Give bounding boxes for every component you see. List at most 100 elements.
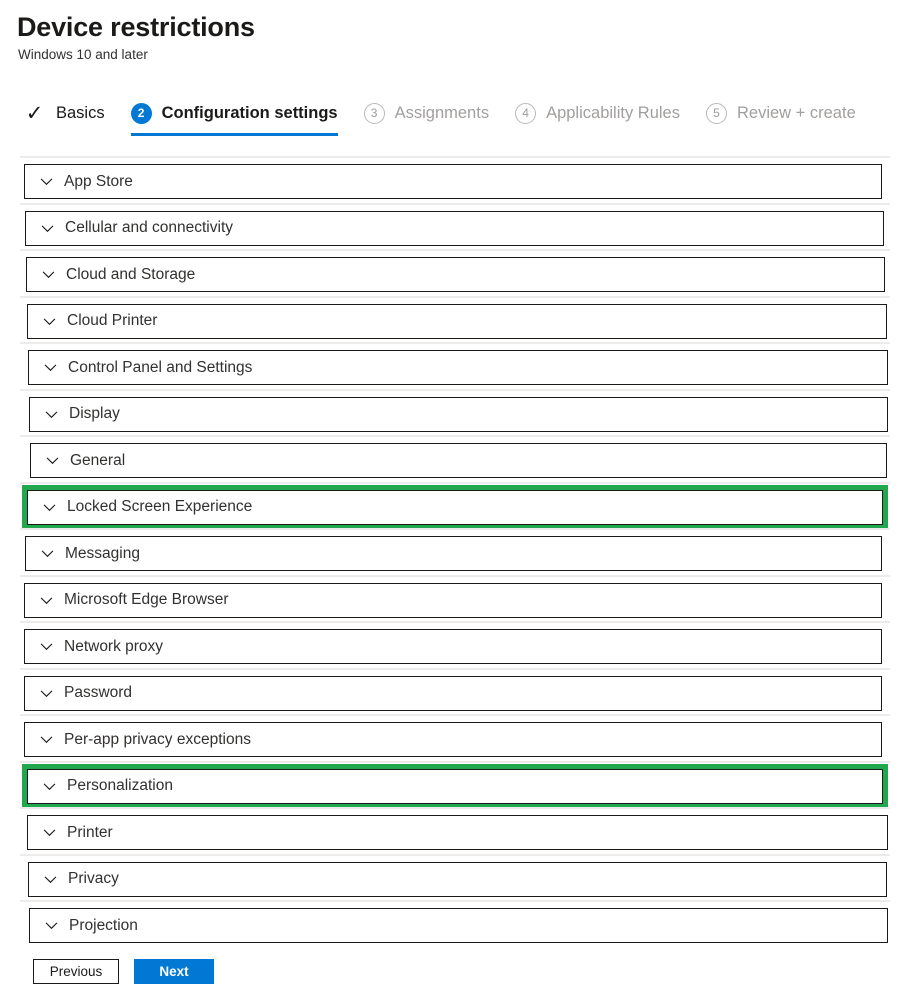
step-number-badge: 4 — [515, 103, 536, 124]
wizard-step-label: Configuration settings — [162, 103, 338, 123]
settings-group-header-password[interactable]: Password — [24, 676, 882, 711]
settings-group-label: Cloud and Storage — [66, 265, 195, 285]
list-separator — [20, 342, 890, 344]
settings-group-header-printer[interactable]: Printer — [27, 815, 888, 850]
settings-group-label: Password — [64, 683, 132, 703]
wizard-step-review-create[interactable]: 5 Review + create — [706, 95, 856, 131]
next-button[interactable]: Next — [134, 959, 214, 984]
wizard-step-applicability-rules[interactable]: 4Applicability Rules — [515, 95, 680, 131]
settings-group-item: App Store — [0, 156, 901, 203]
settings-group-header-projection[interactable]: Projection — [29, 908, 888, 943]
settings-group-item: Printer — [0, 807, 901, 854]
wizard-step-label: Basics — [56, 103, 105, 123]
chevron-down-icon — [40, 498, 58, 516]
settings-group-label: Control Panel and Settings — [68, 358, 252, 378]
settings-group-label: General — [70, 451, 125, 471]
list-separator — [20, 296, 890, 298]
settings-group-label: Projection — [69, 916, 138, 936]
active-tab-underline — [131, 133, 338, 136]
settings-group-item: Cellular and connectivity — [0, 203, 901, 250]
settings-group-label: Cloud Printer — [67, 311, 157, 331]
settings-group-item: Cloud Printer — [0, 296, 901, 343]
check-icon: ✓ — [24, 103, 45, 124]
list-separator — [20, 807, 890, 809]
settings-group-item: Cloud and Storage — [0, 249, 901, 296]
settings-group-label: Cellular and connectivity — [65, 218, 233, 238]
settings-group-label: Per-app privacy exceptions — [64, 730, 251, 750]
list-separator — [20, 714, 890, 716]
settings-group-item: Per-app privacy exceptions — [0, 714, 901, 761]
chevron-down-icon — [37, 173, 55, 191]
previous-button[interactable]: Previous — [33, 959, 119, 984]
settings-group-header-cloud-printer[interactable]: Cloud Printer — [27, 304, 887, 339]
settings-group-header-per-app-privacy-exceptions[interactable]: Per-app privacy exceptions — [24, 722, 882, 757]
page-title: Device restrictions — [17, 10, 901, 44]
settings-group-list: App Store Cellular and connectivity Cloud … — [0, 156, 901, 947]
settings-group-header-network-proxy[interactable]: Network proxy — [24, 629, 882, 664]
wizard-step-configuration-settings[interactable]: 2 Configuration settings — [131, 95, 338, 131]
wizard-step-label: Assignments — [395, 103, 489, 123]
settings-group-item: General — [0, 435, 901, 482]
wizard-step-label: Review + create — [737, 103, 856, 123]
settings-group-label: App Store — [64, 172, 133, 192]
settings-group-header-microsoft-edge-browser[interactable]: Microsoft Edge Browser — [24, 583, 882, 618]
settings-group-label: Printer — [67, 823, 113, 843]
chevron-down-icon — [40, 777, 58, 795]
settings-group-header-privacy[interactable]: Privacy — [28, 862, 887, 897]
wizard-footer: Previous Next — [33, 959, 214, 984]
list-separator — [20, 435, 890, 437]
settings-group-label: Locked Screen Experience — [67, 497, 252, 517]
settings-group-item: Projection — [0, 900, 901, 947]
settings-group-label: Personalization — [67, 776, 173, 796]
list-separator — [20, 761, 890, 763]
settings-group-label: Microsoft Edge Browser — [64, 590, 229, 610]
settings-group-item: Privacy — [0, 854, 901, 901]
settings-group-item: Locked Screen Experience — [0, 482, 901, 529]
chevron-down-icon — [38, 219, 56, 237]
list-separator — [20, 528, 890, 530]
step-number-badge: 5 — [706, 103, 727, 124]
settings-group-header-control-panel-and-settings[interactable]: Control Panel and Settings — [28, 350, 888, 385]
chevron-down-icon — [40, 312, 58, 330]
settings-group-item: Microsoft Edge Browser — [0, 575, 901, 622]
chevron-down-icon — [38, 545, 56, 563]
settings-group-header-cloud-and-storage[interactable]: Cloud and Storage — [26, 257, 885, 292]
list-separator — [20, 389, 890, 391]
settings-group-item: Personalization — [0, 761, 901, 808]
wizard-step-assignments[interactable]: 3 Assignments — [364, 95, 489, 131]
settings-group-header-general[interactable]: General — [30, 443, 887, 478]
settings-group-item: Password — [0, 668, 901, 715]
settings-group-header-locked-screen-experience[interactable]: Locked Screen Experience — [27, 490, 883, 525]
settings-group-header-display[interactable]: Display — [29, 397, 888, 432]
settings-group-header-cellular-and-connectivity[interactable]: Cellular and connectivity — [25, 211, 884, 246]
list-separator — [20, 203, 890, 205]
list-separator — [20, 156, 890, 158]
page-subtitle: Windows 10 and later — [18, 46, 901, 64]
page-header: Device restrictions Windows 10 and later — [0, 0, 901, 64]
chevron-down-icon — [37, 638, 55, 656]
settings-group-label: Network proxy — [64, 637, 163, 657]
chevron-down-icon — [37, 684, 55, 702]
settings-group-label: Privacy — [68, 869, 119, 889]
settings-group-item: Messaging — [0, 528, 901, 575]
list-separator — [20, 575, 890, 577]
chevron-down-icon — [37, 591, 55, 609]
list-separator — [20, 854, 890, 856]
settings-group-item: Display — [0, 389, 901, 436]
wizard-step-basics[interactable]: ✓ Basics — [24, 95, 105, 131]
list-separator — [20, 482, 890, 484]
settings-group-header-messaging[interactable]: Messaging — [25, 536, 882, 571]
list-separator — [20, 249, 890, 251]
settings-group-header-app-store[interactable]: App Store — [24, 164, 882, 199]
settings-group-header-personalization[interactable]: Personalization — [27, 769, 883, 804]
chevron-down-icon — [41, 359, 59, 377]
settings-group-label: Display — [69, 404, 120, 424]
list-separator — [20, 668, 890, 670]
step-number-badge: 2 — [131, 103, 152, 124]
chevron-down-icon — [42, 405, 60, 423]
step-number-badge: 3 — [364, 103, 385, 124]
chevron-down-icon — [39, 266, 57, 284]
chevron-down-icon — [37, 731, 55, 749]
settings-group-item: Control Panel and Settings — [0, 342, 901, 389]
chevron-down-icon — [42, 917, 60, 935]
